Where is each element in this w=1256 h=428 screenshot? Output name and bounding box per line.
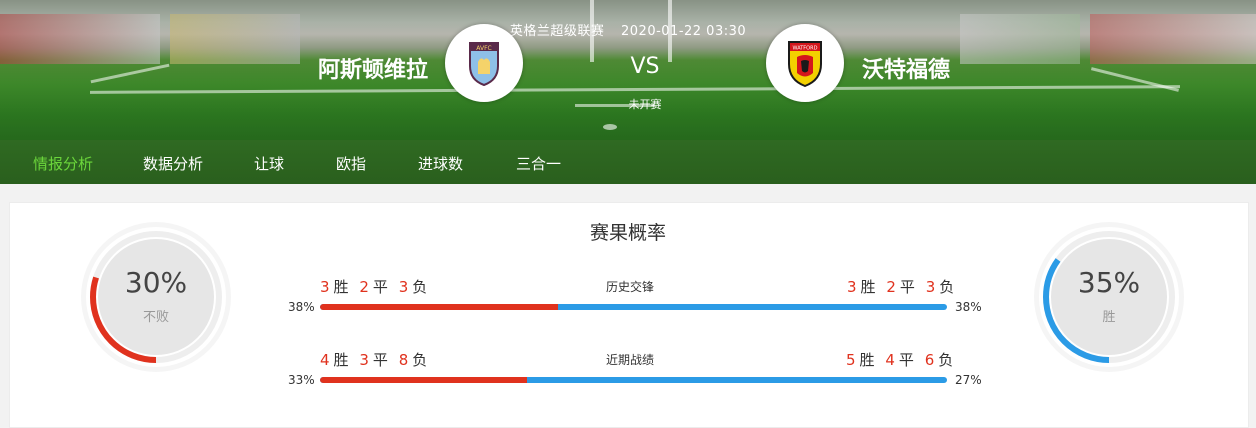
draw-word: 平 [372, 278, 388, 296]
win-word: 胜 [859, 351, 875, 369]
recent-away-record: 5胜 4平 6负 [846, 349, 959, 370]
recent-away-draws: 4 [885, 351, 895, 369]
recent-home-losses: 8 [398, 351, 409, 369]
home-ring-percent: 30% [124, 266, 188, 299]
tab-three-in-one[interactable]: 三合一 [516, 153, 561, 174]
h2h-home-fill [320, 304, 559, 310]
recent-away-losses: 6 [924, 351, 935, 369]
away-probability-ring: 35% 胜 [1032, 220, 1186, 374]
pitch-line [90, 63, 170, 84]
loss-word: 负 [412, 278, 428, 296]
tab-intel-analysis[interactable]: 情报分析 [33, 153, 93, 174]
pitch-line [89, 85, 1181, 94]
tab-nav: 情报分析 数据分析 让球 欧指 进球数 三合一 [0, 140, 1256, 184]
win-word: 胜 [333, 351, 349, 369]
recent-away-pct: 27% [955, 373, 982, 387]
crest-text: AVFC [476, 45, 491, 52]
away-ring-percent: 35% [1077, 266, 1141, 299]
win-word: 胜 [860, 278, 876, 296]
recent-home-wins: 4 [320, 351, 330, 369]
recent-home-fill [320, 377, 527, 383]
away-ring-label: 胜 [1102, 310, 1116, 325]
recent-home-draws: 3 [359, 351, 369, 369]
win-word: 胜 [333, 278, 349, 296]
loss-word: 负 [939, 278, 955, 296]
vs-label: VS [630, 54, 660, 79]
recent-bar [320, 377, 947, 383]
h2h-away-draws: 2 [886, 278, 896, 296]
tab-data-analysis[interactable]: 数据分析 [143, 153, 203, 174]
tab-goals[interactable]: 进球数 [418, 153, 463, 174]
h2h-home-record: 3胜 2平 3负 [320, 276, 433, 297]
home-team-badge[interactable]: AVFC [445, 24, 523, 102]
h2h-away-losses: 3 [925, 278, 936, 296]
h2h-away-wins: 3 [847, 278, 857, 296]
home-team-name[interactable]: 阿斯顿维拉 [318, 52, 428, 84]
h2h-bar [320, 304, 947, 310]
league-info: 英格兰超级联赛 2020-01-22 03:30 [0, 20, 1256, 39]
home-ring-label: 不败 [142, 310, 169, 325]
watford-crest-icon: WATFORD [788, 41, 822, 88]
loss-word: 负 [938, 351, 954, 369]
home-probability-ring: 30% 不败 [79, 220, 233, 374]
h2h-away-pct: 38% [955, 300, 982, 314]
h2h-home-pct: 38% [288, 300, 315, 314]
loss-word: 负 [412, 351, 428, 369]
match-datetime: 2020-01-22 03:30 [621, 24, 747, 39]
draw-word: 平 [372, 351, 388, 369]
draw-word: 平 [898, 351, 914, 369]
h2h-away-record: 3胜 2平 3负 [847, 276, 960, 297]
draw-word: 平 [899, 278, 915, 296]
recent-home-pct: 33% [288, 373, 315, 387]
penalty-spot [603, 124, 617, 130]
recent-away-wins: 5 [846, 351, 856, 369]
tab-euro-odds[interactable]: 欧指 [336, 153, 366, 174]
tab-handicap[interactable]: 让球 [254, 153, 284, 174]
league-name: 英格兰超级联赛 [509, 24, 605, 39]
recent-home-record: 4胜 3平 8负 [320, 349, 433, 370]
away-team-badge[interactable]: WATFORD [766, 24, 844, 102]
match-banner: 英格兰超级联赛 2020-01-22 03:30 阿斯顿维拉 AVFC VS 未… [0, 0, 1256, 140]
crest-text: WATFORD [793, 46, 818, 52]
h2h-home-losses: 3 [398, 278, 409, 296]
h2h-home-draws: 2 [359, 278, 369, 296]
h2h-home-wins: 3 [320, 278, 330, 296]
h2h-label: 历史交锋 [605, 280, 654, 294]
match-status: 未开赛 [628, 98, 662, 111]
away-team-name[interactable]: 沃特福德 [862, 52, 950, 84]
recent-label: 近期战绩 [605, 353, 654, 367]
aston-villa-crest-icon: AVFC [469, 42, 499, 87]
